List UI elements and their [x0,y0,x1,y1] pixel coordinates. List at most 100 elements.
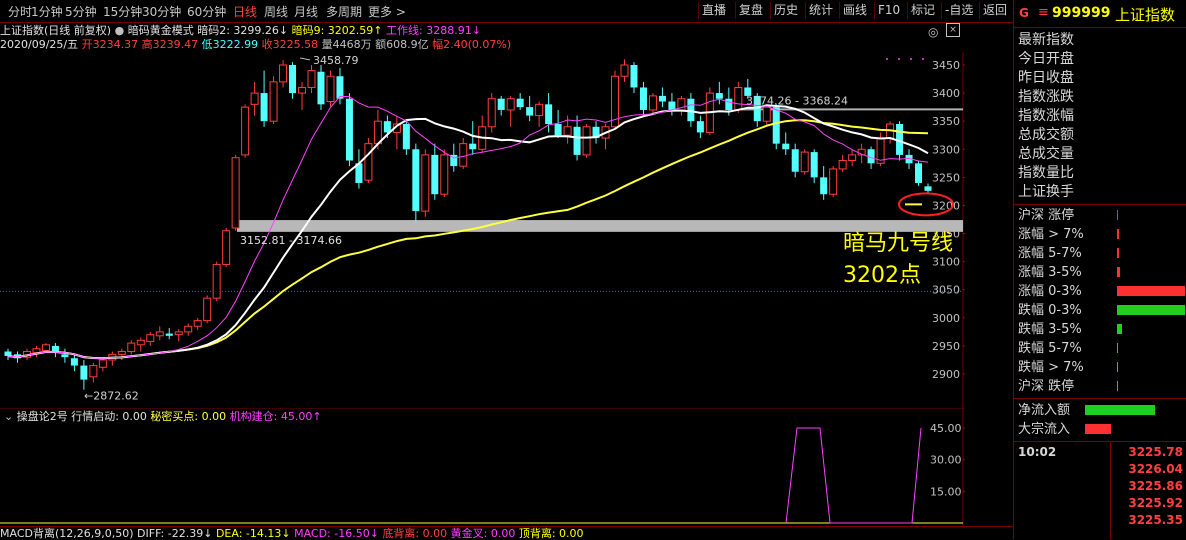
candle-body-up [364,143,373,181]
price-axis-label: 3400 [932,87,960,100]
security-name[interactable]: 上证指数 [1115,4,1175,25]
period-tab-0[interactable]: 分时 [8,3,32,20]
toolbar-button-3[interactable]: 统计 [805,2,836,19]
macd-title[interactable]: MACD背离(12,26,9,0,50) [0,527,134,540]
candle-body-up [848,154,857,162]
security-code[interactable]: 999999 [1052,5,1110,21]
sub-indicator-chart[interactable]: 45.00 30.00 15.00 ⌄ 操盘论2号 行情启动: 0.00 秘密买点: … [0,408,965,526]
candlestick-chart[interactable]: 3450340033503300325032003150310030503000… [0,52,965,408]
candle-body-down [782,143,790,150]
toolbar-button-8[interactable]: 返回 [979,2,1010,19]
period-tab-8[interactable]: 月线 [294,3,318,20]
macd-top-divergence: 顶背离: 0.00 [518,527,584,540]
breadth-row: 跌幅 5-7% [1014,339,1186,358]
close-icon[interactable]: × [946,23,960,37]
toolbar-button-6[interactable]: 标记 [907,2,938,19]
quote-label: 最新指数 [1018,32,1074,48]
breadth-bar [1117,286,1185,296]
divider [1014,27,1186,28]
menu-icon[interactable]: ≡ [1038,5,1049,20]
tick-price: 3225.92 [1128,496,1183,510]
candle-body-up [89,365,98,378]
bar-close: 收3225.58 [261,38,319,51]
period-tab-5[interactable]: 60分钟 [187,3,226,20]
ma-long-line [7,119,929,360]
candle-body-down [412,149,420,212]
candle-body-up [506,98,515,111]
toolbar-button-4[interactable]: 画线 [839,2,870,19]
flow-bar [1085,424,1111,434]
indicator-info-line: 上证指数(日线 前复权) ● 暗码黄金模式 暗码2: 3299.26↓ 暗码9:… [0,24,1013,37]
quote-label: 指数涨跌 [1018,89,1074,105]
candle-body-up [582,126,591,156]
candle-body-up [98,359,107,368]
candle-body-up [241,106,250,156]
quote-label: 上证换手 [1018,184,1074,200]
toolbar-button-7[interactable]: -自选 [941,2,976,19]
breadth-label: 跌幅 3-5% [1018,322,1082,337]
period-tab-6[interactable]: 日线 [233,3,257,20]
macd-diff: DIFF: -22.39↓ [137,527,213,540]
candle-body-up [440,154,449,195]
breadth-label: 沪深 涨停 [1018,208,1075,223]
macd-golden-cross: 黄金叉: 0.00 [450,527,516,540]
breadth-row: 涨幅 0-3% [1014,282,1186,301]
divider [1014,441,1186,442]
price-axis-label: 3000 [932,312,960,325]
macd-bottom-divergence: 底背离: 0.00 [382,527,448,540]
period-tab-10[interactable]: 更多 > [368,3,406,20]
toolbar-button-0[interactable]: 直播 [698,2,729,19]
candle-body-up [734,86,743,111]
tick-row: 3226.04 [1018,461,1183,477]
indicator-name[interactable]: 暗码黄金模式 [128,24,194,37]
breadth-row: 涨幅 3-5% [1014,263,1186,282]
support-label: 3152.81 - 3174.66 [240,234,342,247]
candle-body-down [61,354,69,358]
candle-body-up [279,64,288,83]
candle-body-down [554,123,562,136]
quote-label: 指数量比 [1018,165,1074,181]
candle-body-down [668,101,676,110]
annotation-line1: 暗马九号线 [843,231,954,256]
candle-body-down [772,107,780,144]
period-tab-9[interactable]: 多周期 [326,3,362,20]
breadth-bar [1117,362,1118,372]
candle-body-down [639,87,647,110]
flow-row: 大宗流入 [1014,420,1186,439]
toolbar-button-2[interactable]: 历史 [770,2,801,19]
period-tab-2[interactable]: 5分钟 [65,3,97,20]
price-axis-label: 3250 [932,171,960,184]
workline-value: 工作线: 3288.91↓ [386,24,481,37]
quote-label: 昨日收盘 [1018,70,1074,86]
breadth-label: 涨幅 5-7% [1018,246,1082,261]
period-tab-1[interactable]: 1分钟 [31,3,63,20]
breadth-bar [1117,343,1118,353]
chart-annotation: 暗马九号线 3202点 [843,228,953,292]
candle-body-up [535,103,544,117]
index-title: 上证指数(日线 前复权) [0,24,112,37]
macd-dea: DEA: -14.13↓ [215,527,291,540]
candle-body-up [307,70,316,88]
candle-body-up [117,351,126,355]
resistance-label: 3374.26 - 3368.24 [746,94,848,107]
tick-row: 3225.86 [1018,478,1183,494]
period-tab-7[interactable]: 周线 [264,3,288,20]
candle-body-up [269,81,278,122]
settings-icon[interactable]: ◎ [928,25,938,39]
candle-body-down [431,154,439,195]
candle-body-up [326,75,335,103]
ohlc-info-line: 2020/09/25/五 开3234.37 高3239.47 低3222.99 … [0,38,1013,51]
bar-volume: 量4468万 [321,38,372,51]
toolbar-button-5[interactable]: F10 [874,2,903,19]
toolbar-button-1[interactable]: 复盘 [735,2,766,19]
g-marker-icon: G [1019,6,1029,20]
indicator-dot-icon[interactable]: ● [115,24,125,37]
candle-body-up [421,154,430,212]
candle-body-down [630,65,638,88]
candle-body-down [345,98,353,161]
period-tab-4[interactable]: 30分钟 [142,3,181,20]
annotation-line2: 3202点 [843,263,921,288]
candle-body-up [250,92,259,105]
candle-body-up [155,331,164,337]
period-tab-3[interactable]: 15分钟 [103,3,142,20]
